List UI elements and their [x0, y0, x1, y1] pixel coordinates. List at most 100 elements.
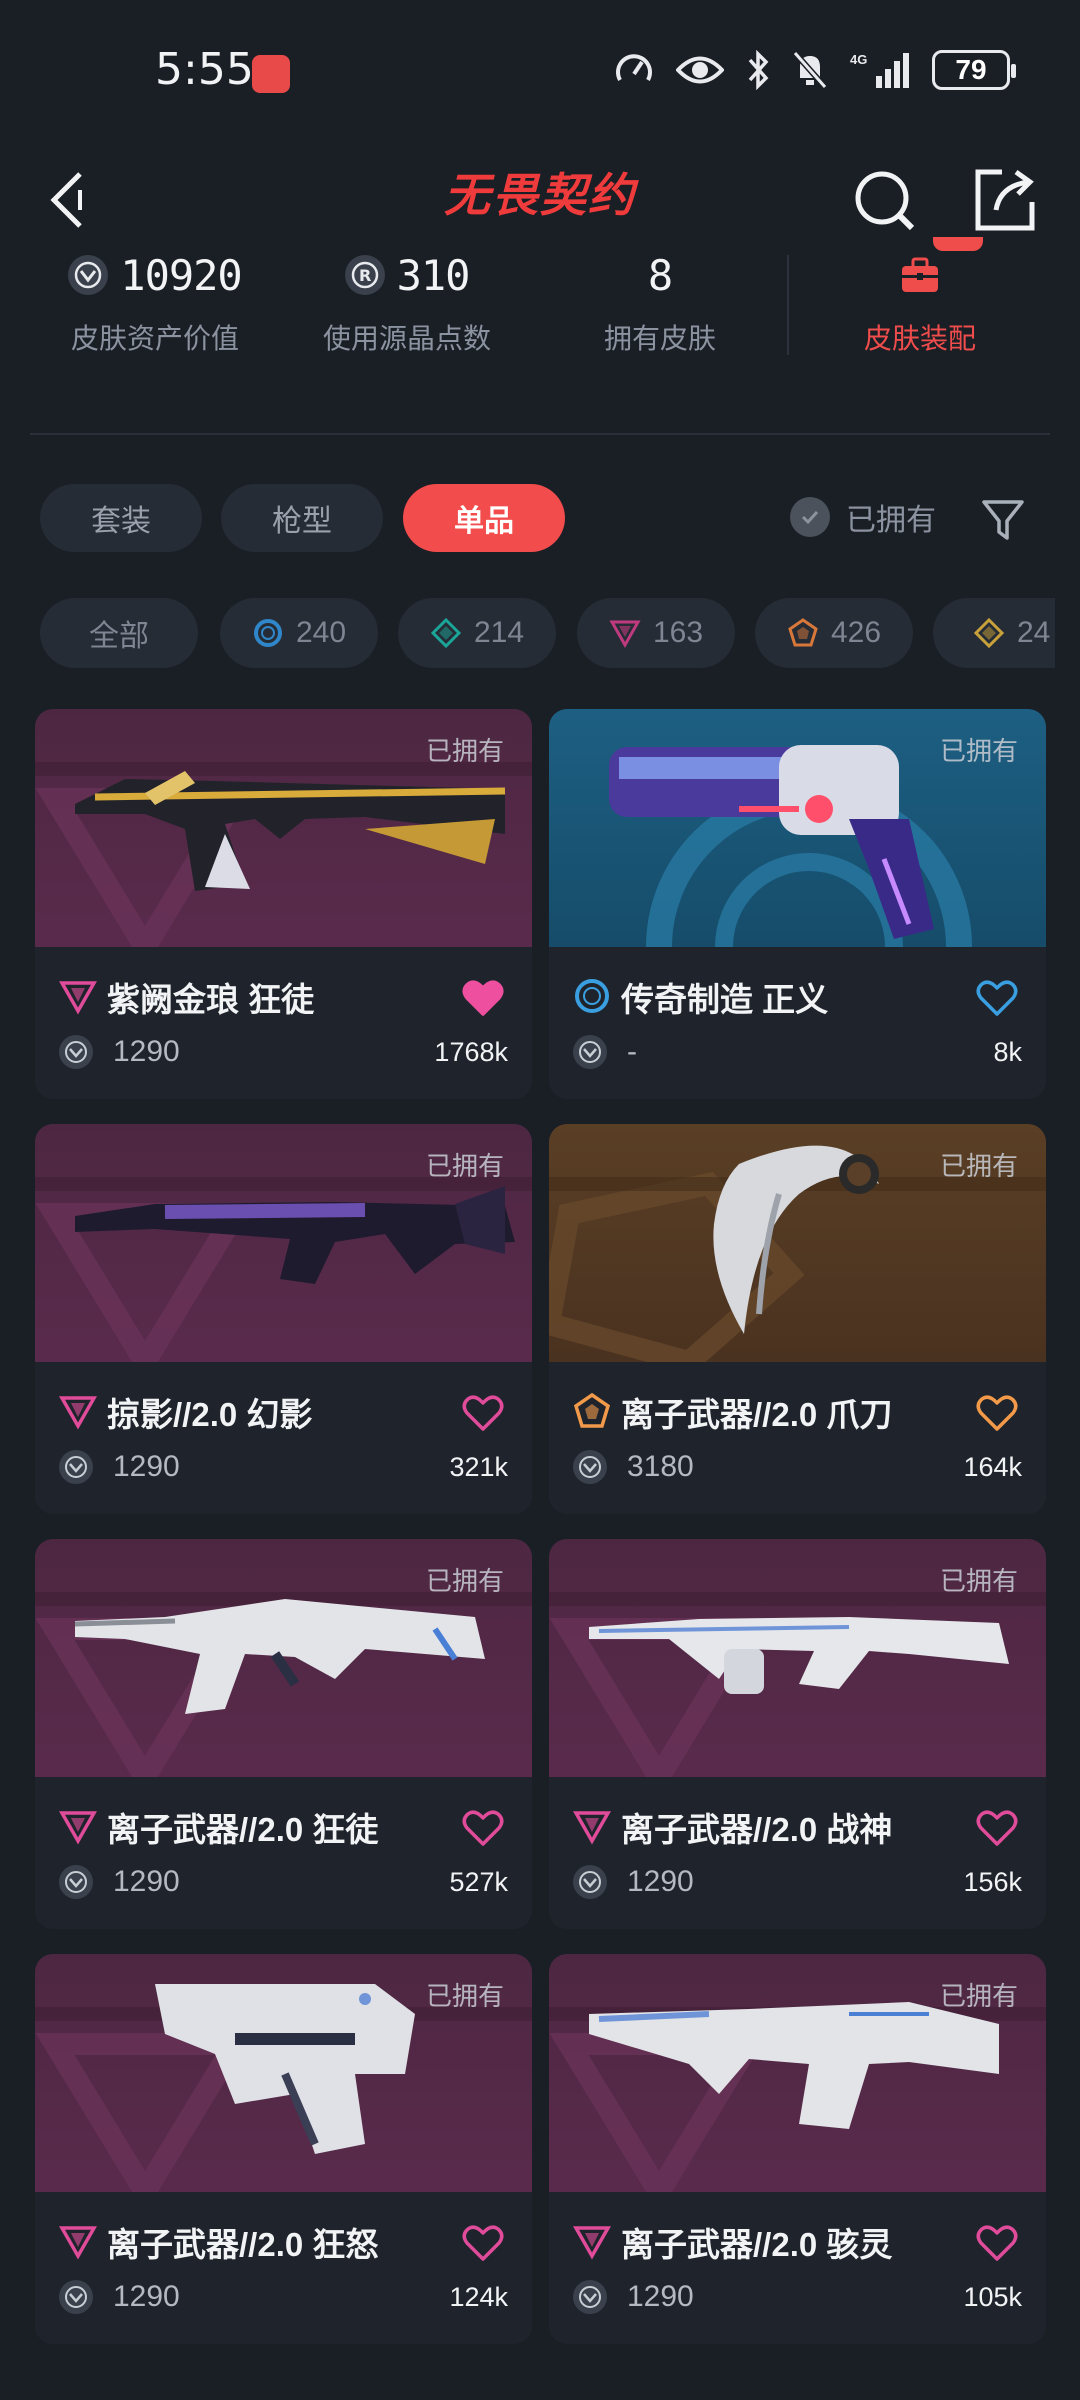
stat-value: 10920: [120, 250, 242, 300]
price-row: 1290: [59, 1450, 180, 1484]
tab-bundles[interactable]: 套装: [40, 484, 202, 552]
share-button[interactable]: [972, 160, 1038, 236]
like-count: 8k: [993, 1037, 1022, 1067]
skin-card[interactable]: 已拥有 离子武器//2.0 战神 1290 156k: [549, 1539, 1046, 1929]
skin-image: 已拥有: [35, 1954, 532, 2192]
app-logo: 无畏契约: [444, 168, 636, 222]
skin-image: 已拥有: [549, 1954, 1046, 2192]
like-heart-icon[interactable]: [976, 2224, 1018, 2262]
price-row: -: [573, 1035, 637, 1069]
like-heart-icon[interactable]: [976, 1809, 1018, 1847]
tab-weapon-types[interactable]: 枪型: [221, 484, 383, 552]
skin-price: 1290: [113, 1035, 180, 1068]
rarity-filter-row: 全部 240 214 163 426 24: [40, 598, 1055, 670]
triangle-icon: [59, 1811, 97, 1845]
chip-ultra[interactable]: 240: [220, 598, 378, 668]
owned-tag: 已拥有: [425, 1566, 504, 1596]
back-button[interactable]: [44, 160, 104, 240]
briefcase-icon: [902, 257, 938, 292]
skin-name: 离子武器//2.0 狂徒: [107, 1811, 379, 1848]
stat-owned-skins: 8 拥有皮肤: [590, 245, 730, 357]
stat-value: 310: [396, 250, 471, 300]
eye-icon: [676, 56, 724, 84]
chip-label: 全部: [89, 620, 149, 653]
skin-price: 3180: [627, 1450, 694, 1483]
triangle-icon: [59, 981, 97, 1015]
stat-value: 8: [647, 250, 673, 300]
vp-icon: [59, 1450, 93, 1484]
skin-name: 紫阙金琅 狂徒: [107, 981, 315, 1018]
skin-info: 紫阙金琅 狂徒 1290 1768k: [35, 947, 532, 1099]
chip-premium[interactable]: 163: [577, 598, 735, 668]
triangle-icon: [573, 1811, 611, 1845]
owned-tag: 已拥有: [939, 1566, 1018, 1596]
like-heart-icon[interactable]: [462, 1394, 504, 1432]
owned-tag: 已拥有: [425, 1151, 504, 1181]
stat-asset-value: 10920 皮肤资产价值: [55, 245, 255, 357]
price-row: 1290: [59, 2280, 180, 2314]
like-heart-icon[interactable]: [462, 1809, 504, 1847]
speed-icon: [616, 54, 652, 81]
skin-image: 已拥有: [549, 1539, 1046, 1777]
chip-all[interactable]: 全部: [40, 598, 198, 668]
share-icon: [975, 169, 1035, 231]
search-button[interactable]: [852, 160, 918, 236]
skin-image: 已拥有: [35, 1124, 532, 1362]
tab-single-items[interactable]: 单品: [403, 484, 565, 552]
stat-label: 皮肤资产价值: [70, 323, 239, 354]
price-row: 3180: [573, 1450, 694, 1484]
owned-filter-label: 已拥有: [846, 504, 936, 537]
owned-tag: 已拥有: [939, 1151, 1018, 1181]
price-row: 1290: [59, 1035, 180, 1069]
skin-card[interactable]: 已拥有 离子武器//2.0 骇灵 1290 105k: [549, 1954, 1046, 2344]
skin-image: 已拥有: [35, 1539, 532, 1777]
loadout-label: 皮肤装配: [863, 323, 976, 354]
signal-icon: 4G: [850, 52, 909, 88]
owned-filter-toggle[interactable]: 已拥有: [790, 495, 936, 539]
price-row: 1290: [573, 1865, 694, 1899]
status-time: 5:55: [155, 44, 254, 95]
skin-image: 已拥有: [35, 709, 532, 947]
chip-exclusive[interactable]: 214: [398, 598, 556, 668]
like-count: 124k: [449, 2282, 508, 2312]
skin-name: 离子武器//2.0 爪刀: [621, 1396, 893, 1433]
like-heart-icon[interactable]: [976, 1394, 1018, 1432]
skin-info: 传奇制造 正义 - 8k: [549, 947, 1046, 1099]
nav-bar: 无畏契约: [0, 150, 1080, 250]
vp-icon: [573, 1035, 607, 1069]
status-bar: 5:55 4G 79: [0, 0, 1080, 140]
chip-deluxe[interactable]: 426: [755, 598, 913, 668]
skin-card[interactable]: 已拥有 离子武器//2.0 狂怒 1290 124k: [35, 1954, 532, 2344]
skin-price: 1290: [627, 1865, 694, 1898]
like-heart-icon[interactable]: [976, 979, 1018, 1017]
vp-icon: [573, 1450, 607, 1484]
like-count: 1768k: [434, 1037, 508, 1067]
like-count: 105k: [963, 2282, 1022, 2312]
skin-card[interactable]: 已拥有 传奇制造 正义 - 8k: [549, 709, 1046, 1099]
like-heart-icon[interactable]: [462, 979, 504, 1017]
skin-card[interactable]: 已拥有 掠影//2.0 幻影 1290 321k: [35, 1124, 532, 1514]
stat-label: 使用源晶点数: [322, 323, 491, 354]
diamond-gold-icon: [973, 617, 1005, 649]
vp-icon: [573, 1865, 607, 1899]
price-row: 1290: [573, 2280, 694, 2314]
owned-tag: 已拥有: [425, 736, 504, 766]
skin-card[interactable]: 已拥有 紫阙金琅 狂徒 1290 1768k: [35, 709, 532, 1099]
skin-price: -: [627, 1035, 637, 1068]
like-count: 164k: [963, 1452, 1022, 1482]
like-heart-icon[interactable]: [462, 2224, 504, 2262]
like-count: 156k: [963, 1867, 1022, 1897]
stat-radianite: R 310 使用源晶点数: [312, 245, 502, 357]
triangle-icon: [609, 620, 641, 649]
chip-label: 214: [473, 616, 525, 649]
stats-panel: 10920 皮肤资产价值 R 310 使用源晶点数 8 拥有皮肤 皮肤装配: [0, 237, 1080, 395]
triangle-icon: [59, 1396, 97, 1430]
chip-select[interactable]: 24: [933, 598, 1055, 668]
divider: [30, 433, 1050, 435]
filter-button[interactable]: [978, 494, 1028, 544]
loadout-button[interactable]: 皮肤装配: [840, 237, 1000, 357]
skin-card[interactable]: 已拥有 离子武器//2.0 狂徒 1290 527k: [35, 1539, 532, 1929]
skin-card[interactable]: 已拥有 离子武器//2.0 爪刀 3180 164k: [549, 1124, 1046, 1514]
chip-label: 163: [652, 616, 704, 649]
battery-indicator: 79: [932, 50, 1016, 90]
